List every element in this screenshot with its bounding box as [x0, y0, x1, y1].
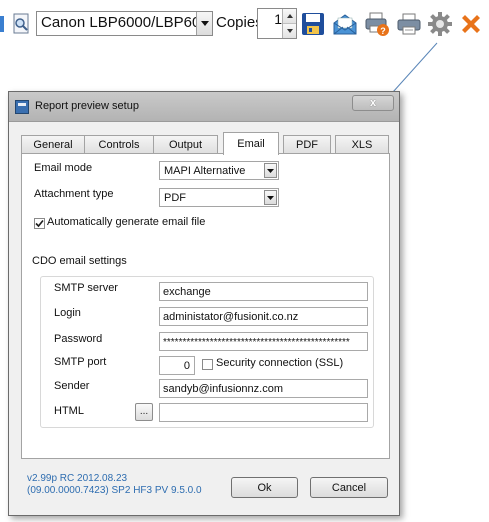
sender-field[interactable]: sandyb@infusionnz.com: [159, 379, 368, 398]
html-field[interactable]: [159, 403, 368, 422]
checkmark-icon: [35, 219, 44, 228]
email-mode-arrow-icon[interactable]: [264, 163, 277, 178]
password-value: ****************************************…: [163, 337, 350, 348]
auto-generate-checkbox[interactable]: [34, 218, 45, 229]
version-line-2: (09.00.0000.7423) SP2 HF3 PV 9.5.0.0: [27, 485, 202, 496]
email-mode-label: Email mode: [34, 162, 93, 174]
tab-xls-label: XLS: [351, 139, 373, 151]
ssl-checkbox[interactable]: [202, 359, 213, 370]
cancel-button[interactable]: Cancel: [310, 477, 388, 498]
dialog-close-button[interactable]: x: [352, 95, 394, 111]
tab-email[interactable]: Email: [223, 132, 279, 155]
tab-email-label: Email: [237, 138, 265, 150]
attachment-type-value: PDF: [164, 192, 186, 204]
close-icon: x: [369, 97, 377, 109]
login-label: Login: [54, 307, 81, 319]
attachment-type-select[interactable]: PDF: [159, 188, 279, 207]
sender-label: Sender: [54, 380, 90, 392]
tab-output[interactable]: Output: [153, 135, 218, 154]
smtp-port-value: 0: [183, 360, 190, 372]
version-line-1: v2.99p RC 2012.08.23: [27, 473, 128, 484]
login-field[interactable]: administator@fusionit.co.nz: [159, 307, 368, 326]
attachment-type-label: Attachment type: [34, 188, 114, 200]
cancel-button-label: Cancel: [331, 481, 367, 494]
attachment-type-arrow-icon[interactable]: [264, 190, 277, 205]
ok-button-label: Ok: [257, 481, 272, 494]
smtp-port-label: SMTP port: [54, 356, 107, 368]
tab-pdf[interactable]: PDF: [283, 135, 331, 154]
dialog-title: Report preview setup: [35, 100, 139, 112]
tab-general[interactable]: General: [21, 135, 85, 154]
smtp-port-field[interactable]: 0: [159, 356, 195, 375]
sender-value: sandyb@infusionnz.com: [163, 383, 284, 395]
auto-generate-label[interactable]: Automatically generate email file: [47, 216, 205, 228]
app-window-icon: [15, 100, 29, 114]
tab-output-label: Output: [168, 139, 203, 151]
tab-pdf-label: PDF: [296, 139, 318, 151]
report-preview-setup-dialog: Report preview setup x General Controls …: [8, 91, 400, 516]
browse-ellipsis-icon: ...: [139, 406, 149, 417]
login-value: administator@fusionit.co.nz: [163, 311, 299, 323]
html-label: HTML: [54, 405, 84, 417]
tab-strip: General Controls Output Email PDF XLS: [21, 132, 391, 155]
tab-xls[interactable]: XLS: [335, 135, 389, 154]
password-label: Password: [54, 333, 103, 345]
smtp-server-value: exchange: [163, 286, 211, 298]
tab-controls-label: Controls: [98, 139, 140, 151]
smtp-server-label: SMTP server: [54, 282, 118, 294]
email-mode-select[interactable]: MAPI Alternative: [159, 161, 279, 180]
cdo-settings-heading: CDO email settings: [32, 255, 127, 267]
email-mode-value: MAPI Alternative: [164, 165, 246, 177]
ok-button[interactable]: Ok: [231, 477, 298, 498]
ssl-label[interactable]: Security connection (SSL): [216, 357, 343, 369]
tab-general-label: General: [33, 139, 73, 151]
smtp-server-field[interactable]: exchange: [159, 282, 368, 301]
tab-controls[interactable]: Controls: [84, 135, 154, 154]
html-browse-button[interactable]: ...: [135, 403, 153, 421]
password-field[interactable]: ****************************************…: [159, 332, 368, 351]
dialog-titlebar[interactable]: Report preview setup x: [9, 92, 399, 122]
